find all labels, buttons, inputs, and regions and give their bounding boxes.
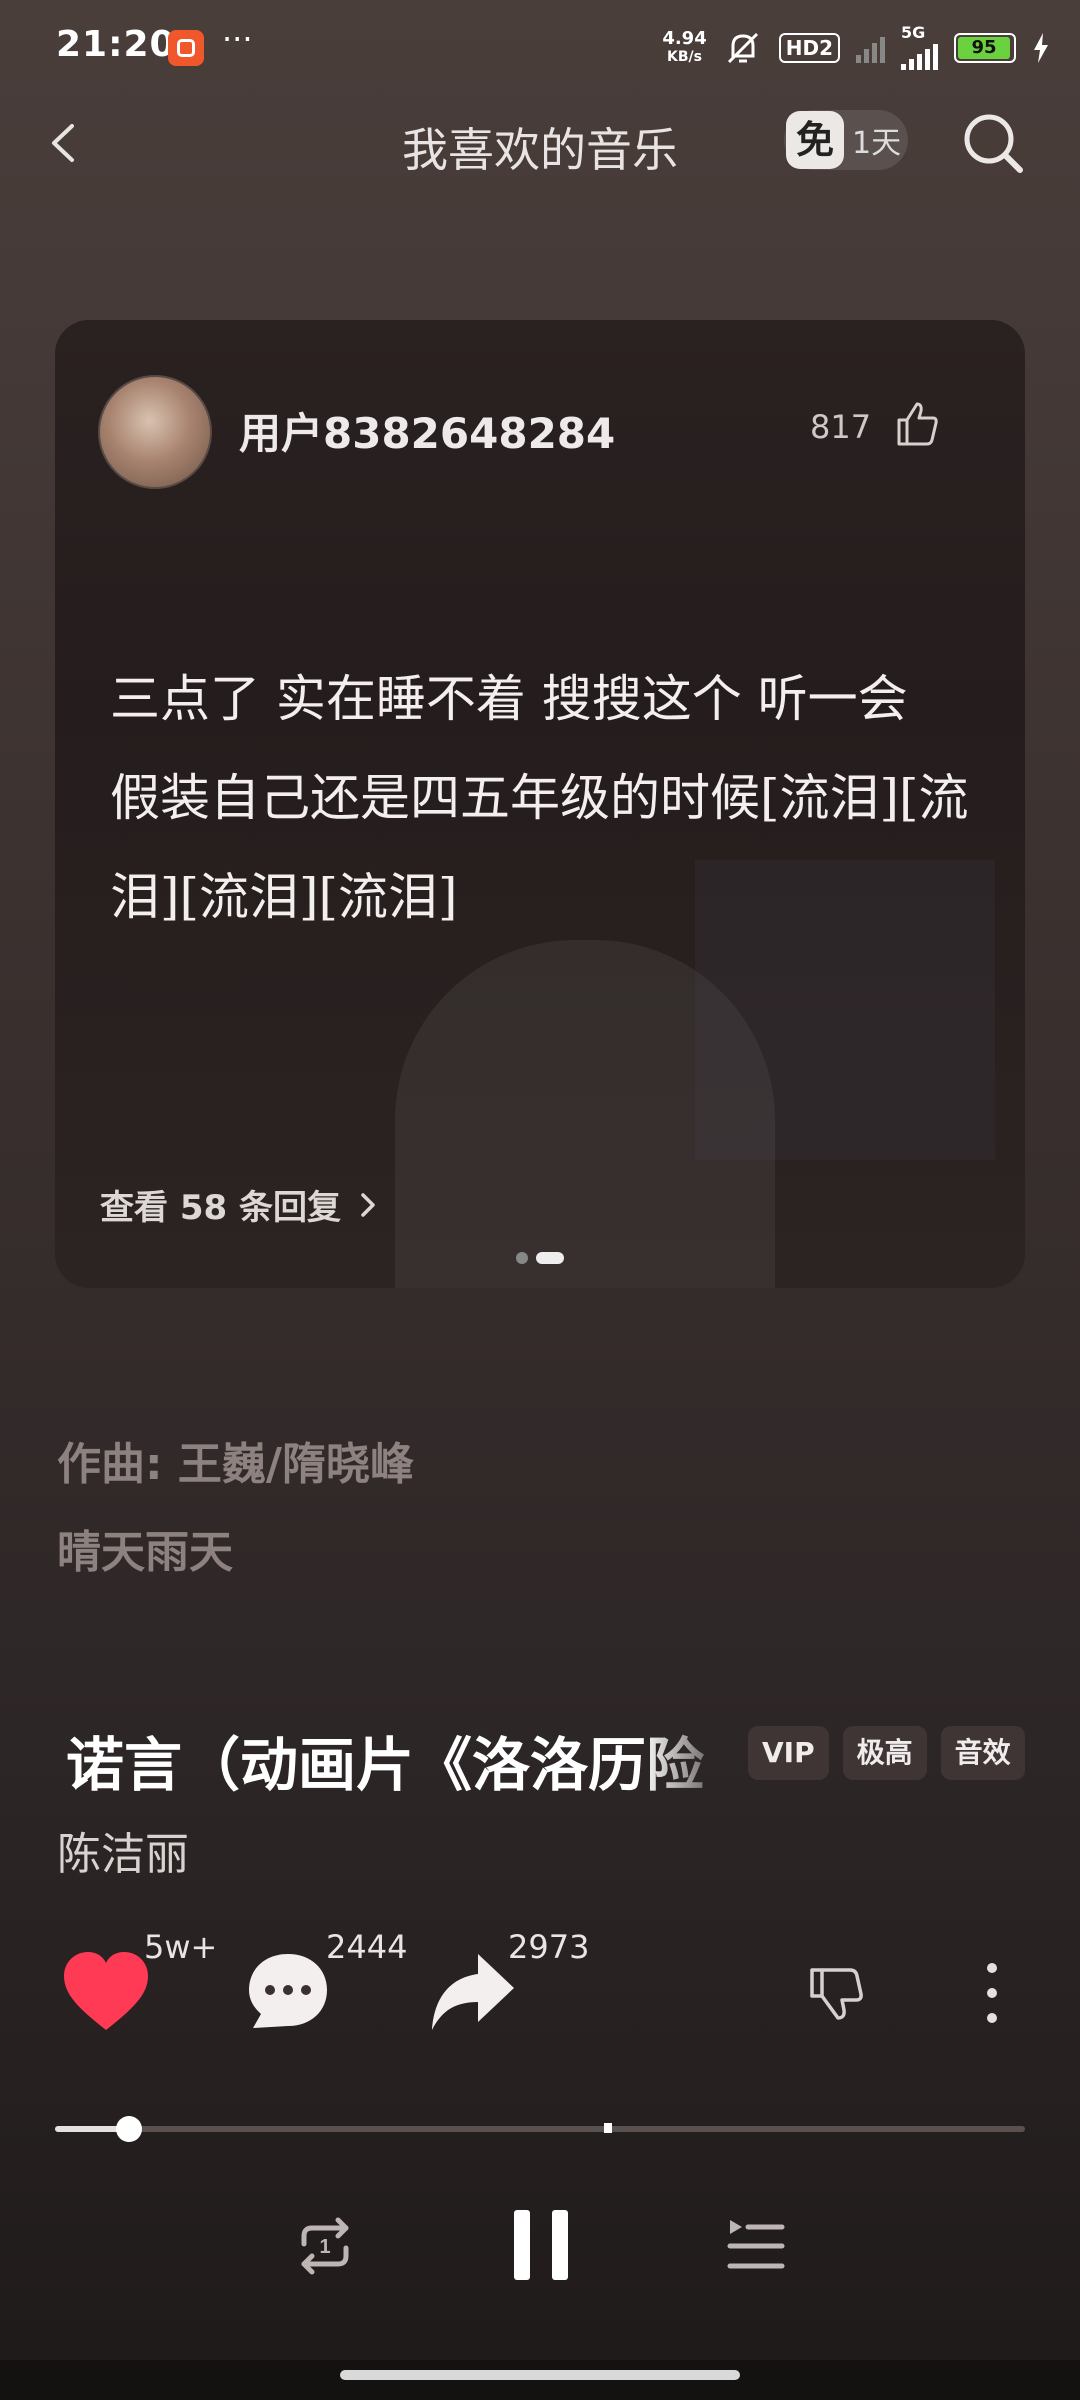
quality-badges: VIP 极高 音效 bbox=[748, 1726, 1025, 1780]
composer-credit[interactable]: 作曲: 王巍/隋晓峰 bbox=[57, 1428, 414, 1492]
card-pager bbox=[55, 1252, 1025, 1264]
hd-badge: HD2 bbox=[778, 33, 840, 63]
battery-level: 95 bbox=[958, 37, 1010, 59]
progress-track[interactable] bbox=[55, 2126, 1025, 2132]
comment-like-count: 817 bbox=[810, 408, 872, 446]
progress-handle[interactable] bbox=[115, 2116, 142, 2142]
progress-marker bbox=[603, 2123, 612, 2133]
signal-sim2-icon bbox=[901, 40, 938, 70]
view-replies-label: 查看 58 条回复 bbox=[100, 1188, 341, 1228]
mute-bell-icon bbox=[727, 32, 758, 64]
svg-text:1: 1 bbox=[319, 2236, 330, 2258]
like-count: 5w+ bbox=[144, 1928, 218, 1966]
charging-icon bbox=[1034, 33, 1048, 63]
status-bar: 21:20 ··· 4.94 KB/s HD2 5G 95 bbox=[0, 0, 1080, 96]
thumbs-up-icon[interactable] bbox=[891, 398, 943, 450]
pause-icon[interactable] bbox=[510, 2208, 572, 2282]
comment-username[interactable]: 用户8382648284 bbox=[239, 400, 615, 461]
home-indicator[interactable] bbox=[340, 2370, 740, 2380]
page-title: 我喜欢的音乐 bbox=[402, 123, 678, 177]
free-days-label: 1天 bbox=[852, 126, 902, 161]
signal-sim1-icon bbox=[856, 33, 885, 63]
status-time: 21:20 bbox=[56, 24, 176, 65]
avatar[interactable] bbox=[98, 375, 212, 489]
hot-comment-card[interactable]: 用户8382648284 817 三点了 实在睡不着 搜搜这个 听一会 假装自己… bbox=[55, 320, 1025, 1288]
share-count: 2973 bbox=[508, 1928, 590, 1966]
network-type: 5G bbox=[901, 23, 926, 42]
free-vip-button[interactable]: 免 1天 bbox=[784, 110, 908, 170]
pager-dot-active bbox=[536, 1252, 564, 1264]
network-speed: 4.94 KB/s bbox=[662, 28, 707, 66]
comment-count: 2444 bbox=[326, 1928, 408, 1966]
repeat-one-icon[interactable]: 1 bbox=[290, 2214, 360, 2278]
more-notifications-icon: ··· bbox=[222, 20, 253, 58]
view-replies-link[interactable]: 查看 58 条回复 bbox=[100, 1180, 379, 1229]
quality-badge[interactable]: 极高 bbox=[842, 1726, 927, 1780]
comment-icon[interactable] bbox=[245, 1950, 331, 2032]
system-nav-bar bbox=[0, 2360, 1080, 2400]
top-bar: 我喜欢的音乐 免 1天 bbox=[0, 100, 1080, 190]
app-notification-icon bbox=[168, 30, 204, 66]
vip-badge[interactable]: VIP bbox=[748, 1726, 829, 1780]
pager-dot bbox=[516, 1252, 528, 1264]
more-options-icon[interactable] bbox=[976, 1958, 1008, 2028]
search-icon[interactable] bbox=[958, 108, 1028, 178]
artist-name[interactable]: 陈洁丽 bbox=[57, 1818, 189, 1882]
free-icon: 免 bbox=[786, 111, 844, 169]
heart-icon[interactable] bbox=[58, 1946, 154, 2036]
chevron-right-icon bbox=[361, 1192, 375, 1217]
sound-effect-badge[interactable]: 音效 bbox=[940, 1726, 1025, 1780]
song-title[interactable]: 诺言（动画片《洛洛历险 bbox=[66, 1718, 742, 1802]
thumbs-down-icon[interactable] bbox=[806, 1962, 868, 2024]
comment-text: 三点了 实在睡不着 搜搜这个 听一会 假装自己还是四五年级的时候[流泪][流泪]… bbox=[110, 670, 969, 926]
playlist-icon[interactable] bbox=[726, 2216, 786, 2274]
share-icon[interactable] bbox=[428, 1950, 516, 2034]
battery-icon: 95 bbox=[954, 33, 1016, 63]
lyric-line[interactable]: 晴天雨天 bbox=[57, 1516, 233, 1580]
